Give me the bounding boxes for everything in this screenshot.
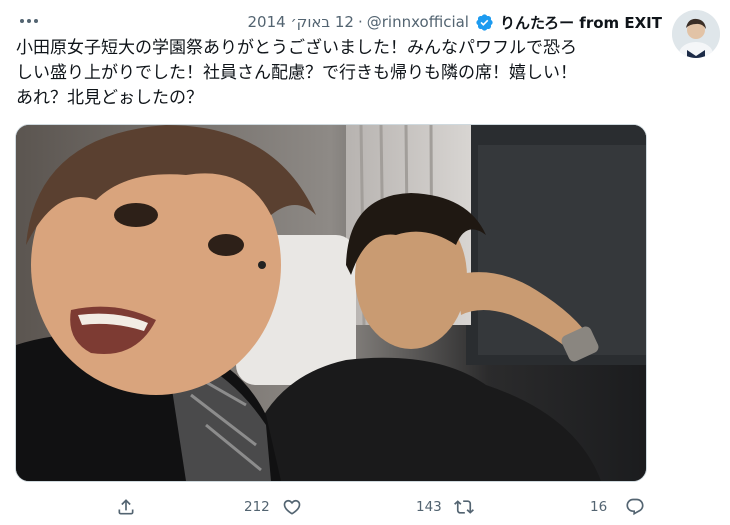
handle[interactable]: @rinnxofficial [367,13,469,31]
retweet-count: 143 [416,499,442,515]
reply-button[interactable]: 16 [590,493,645,521]
separator-dot: · [357,13,363,31]
tweet-date[interactable]: 12 באוק׳ 2014 [247,13,353,31]
photo-image [16,125,646,481]
tweet-text: 小田原女子短大の学園祭ありがとうございました！みんなパワフルで恐ろ しい盛り上が… [16,38,577,108]
tweet-photo[interactable] [15,124,647,482]
more-horizontal-icon [20,19,38,23]
verified-badge-icon [476,13,493,31]
action-bar: 212 143 16 [16,493,656,521]
avatar-image [672,10,720,58]
more-button[interactable] [14,12,44,30]
display-name[interactable]: りんたろー from EXIT [500,12,662,33]
share-icon [118,499,134,515]
retweet-icon [453,500,474,514]
share-button[interactable] [116,493,136,521]
heart-icon [283,499,301,515]
reply-count: 16 [590,499,608,515]
avatar[interactable] [672,10,720,58]
tweet-header: りんたろー from EXIT @rinnxofficial · 12 באוק… [16,10,662,34]
retweet-button[interactable]: 143 [416,493,474,521]
reply-icon [626,498,644,516]
like-button[interactable]: 212 [244,493,302,521]
tweet: りんたろー from EXIT @rinnxofficial · 12 באוק… [0,0,730,525]
like-count: 212 [244,499,270,515]
